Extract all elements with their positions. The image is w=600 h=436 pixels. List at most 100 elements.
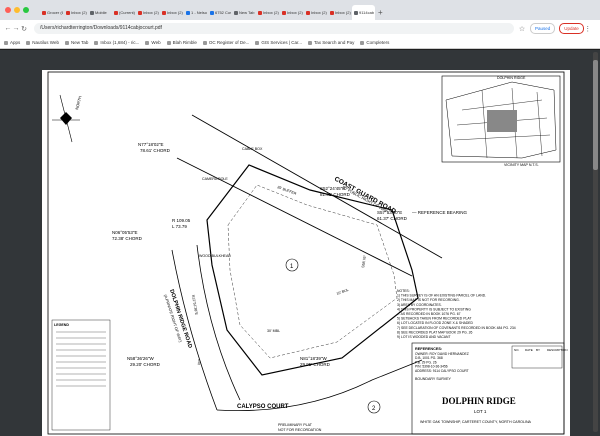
bookmark-label: Blah Rimble [172,40,197,45]
bookmark-icon [26,40,31,45]
bookmark-label: Apps [10,40,21,45]
tab-favicon-icon [306,10,310,15]
bearing-2: S52°24'45"E [320,186,345,191]
title-location: WHITE OAK TOWNSHIP, CARTERET COUNTY, NOR… [420,420,532,424]
arc-4: L 73.79 [172,224,187,229]
bookmark-item[interactable]: OC Register of De... [202,40,249,45]
menu-icon[interactable]: ⋮ [584,25,592,33]
revision-header: DATE [525,348,533,352]
note-line: 1) THIS SURVEY IS OF AN EXISTING PARCEL … [397,294,486,298]
tab-favicon-icon [354,10,358,15]
note-line: 2) THIS MAP IS NOT FOR RECORDING. [397,298,460,302]
browser-tab[interactable]: Inbox (2) [256,5,279,20]
legend-label: LEGEND [54,323,69,327]
bookmark-item[interactable]: Nautilus Web [26,40,59,45]
browser-tab[interactable]: 9114cab [352,5,375,20]
note-line: 3) AREA BY COORDINATES. [397,303,442,307]
revision-header: DESCRIPTION [547,348,568,352]
bookmark-item[interactable]: Tax Search and Pay [308,40,354,45]
tab-label: 6752 Cos [215,10,231,15]
vicinity-label: VICINITY MAP N.T.S. [504,163,539,167]
browser-tab[interactable]: Inbox (2) [160,5,183,20]
chord-6: 29.95' CHORD [300,362,331,367]
bookmark-label: New Tab [70,40,89,45]
tab-label: Inbox (2) [167,10,183,15]
browser-tab[interactable]: Inbox (2) [304,5,327,20]
bookmark-label: Web [151,40,161,45]
bookmark-label: GIS Services | Car... [261,40,303,45]
bookmark-label: Tax Search and Pay [314,40,355,45]
wood-label: WOOD BULKHEAD [199,254,231,258]
update-button[interactable]: Update [559,23,584,34]
reload-icon[interactable]: ↻ [20,25,28,33]
tab-favicon-icon [42,10,46,15]
tab-label: 1 - Nelson [191,10,207,15]
forward-icon[interactable]: → [12,25,20,32]
browser-tab[interactable]: Inbox (2) [328,5,351,20]
plat-sub: NOT FOR RECORDATION [278,428,322,432]
reference-bearing: — REFERENCE BEARING [412,210,468,215]
browser-tab[interactable]: Inbox (2) [64,5,87,20]
bookmark-item[interactable]: Inbox (1,684) - ric... [94,40,139,45]
note-line: 6) LOT LOCATED IN FLOOD ZONE X & SHADED [397,321,474,325]
tab-label: Inbox (2) [335,10,351,15]
tab-favicon-icon [90,10,94,15]
bookmark-item[interactable]: Apps [4,40,20,45]
road-edge-top [191,114,443,259]
browser-tab[interactable]: 6752 Cos [208,5,231,20]
chord-5: 29.20' CHORD [130,362,161,367]
revision-header: BY [536,348,540,352]
lot-1-boundary [206,164,419,376]
bookmark-icon [166,40,171,45]
bearing-6: N81°18'39"W [300,356,328,361]
buffer-label: 25' BUFFER [277,185,298,196]
browser-tab[interactable]: Inbox (2) [280,5,303,20]
notes-block: NOTES:1) THIS SURVEY IS OF AN EXISTING P… [397,289,516,339]
note-line: 4) THIS PROPERTY IS SUBJECT TO EXISTING [397,307,471,311]
new-tab-icon[interactable]: + [378,5,383,20]
bookmark-label: Inbox (1,684) - ric... [100,40,140,45]
tab-strip: Grocer (6) Inbox (2) Mobile (Current) Inbox … [0,0,600,20]
bearing-1: N77°18'02"E [138,142,164,147]
bookmark-item[interactable]: Blah Rimble [166,40,197,45]
camera-label: CAMERA POLE [202,177,228,181]
bearing-3: S57°53'50"E [377,210,402,215]
browser-tab[interactable]: Grocer (6) [40,5,63,20]
bookmark-item[interactable]: GIS Services | Car... [255,40,302,45]
tab-favicon-icon [234,10,238,15]
legend-lines [56,331,106,387]
browser-tab[interactable]: 1 - Nelson [184,5,207,20]
browser-tab[interactable]: Inbox (2) [136,5,159,20]
revision-headers: NO. DATE BY DESCRIPTION [514,348,568,352]
cable-label: CABLE BOX [242,147,263,151]
title-project: DOLPHIN RIDGE [442,396,516,406]
back-icon[interactable]: ← [4,25,12,32]
bookmark-item[interactable]: Web [145,40,161,45]
radius-4: R 109.05 [172,218,191,223]
bookmark-item[interactable]: Completers [360,40,389,45]
note-line: 8) SEE RECORDED PLAT MAP BOOK 29 PG. 26 [397,330,472,334]
bookmark-icon [255,40,260,45]
bearing-5: N58°36'26"W [127,356,155,361]
bookmark-label: Completers [366,40,390,45]
url-field[interactable]: /Users/richardterrington/Downloads/9114c… [34,23,514,34]
note-line: 5) SETBACKS TAKEN FROM RECORDED PLAT [397,317,471,321]
address-bar-row: ← → ↻ /Users/richardterrington/Downloads… [0,20,600,37]
vicinity-map: DOLPHIN RIDGE VICINITY MAP N.T.S. [441,75,561,167]
tab-favicon-icon [186,10,190,15]
paused-button[interactable]: Paused [530,23,556,34]
browser-tab[interactable]: (Current) [112,5,135,20]
star-icon[interactable]: ☆ [518,25,526,33]
browser-tab[interactable]: New Tab [232,5,255,20]
bookmark-icon [360,40,365,45]
browser-tab[interactable]: Mobile [88,5,111,20]
tab-label: Inbox (2) [311,10,327,15]
tab-label: Inbox (2) [287,10,303,15]
north-label: NORTH [74,95,83,110]
tab-favicon-icon [138,10,142,15]
tab-favicon-icon [66,10,70,15]
bookmark-icon [4,40,8,45]
scrollbar-thumb[interactable] [593,60,598,170]
bookmark-item[interactable]: New Tab [64,40,89,45]
survey-drawing: NORTH COAST GUARD ROAD 60' PUBLIC RIGHT … [47,71,568,435]
